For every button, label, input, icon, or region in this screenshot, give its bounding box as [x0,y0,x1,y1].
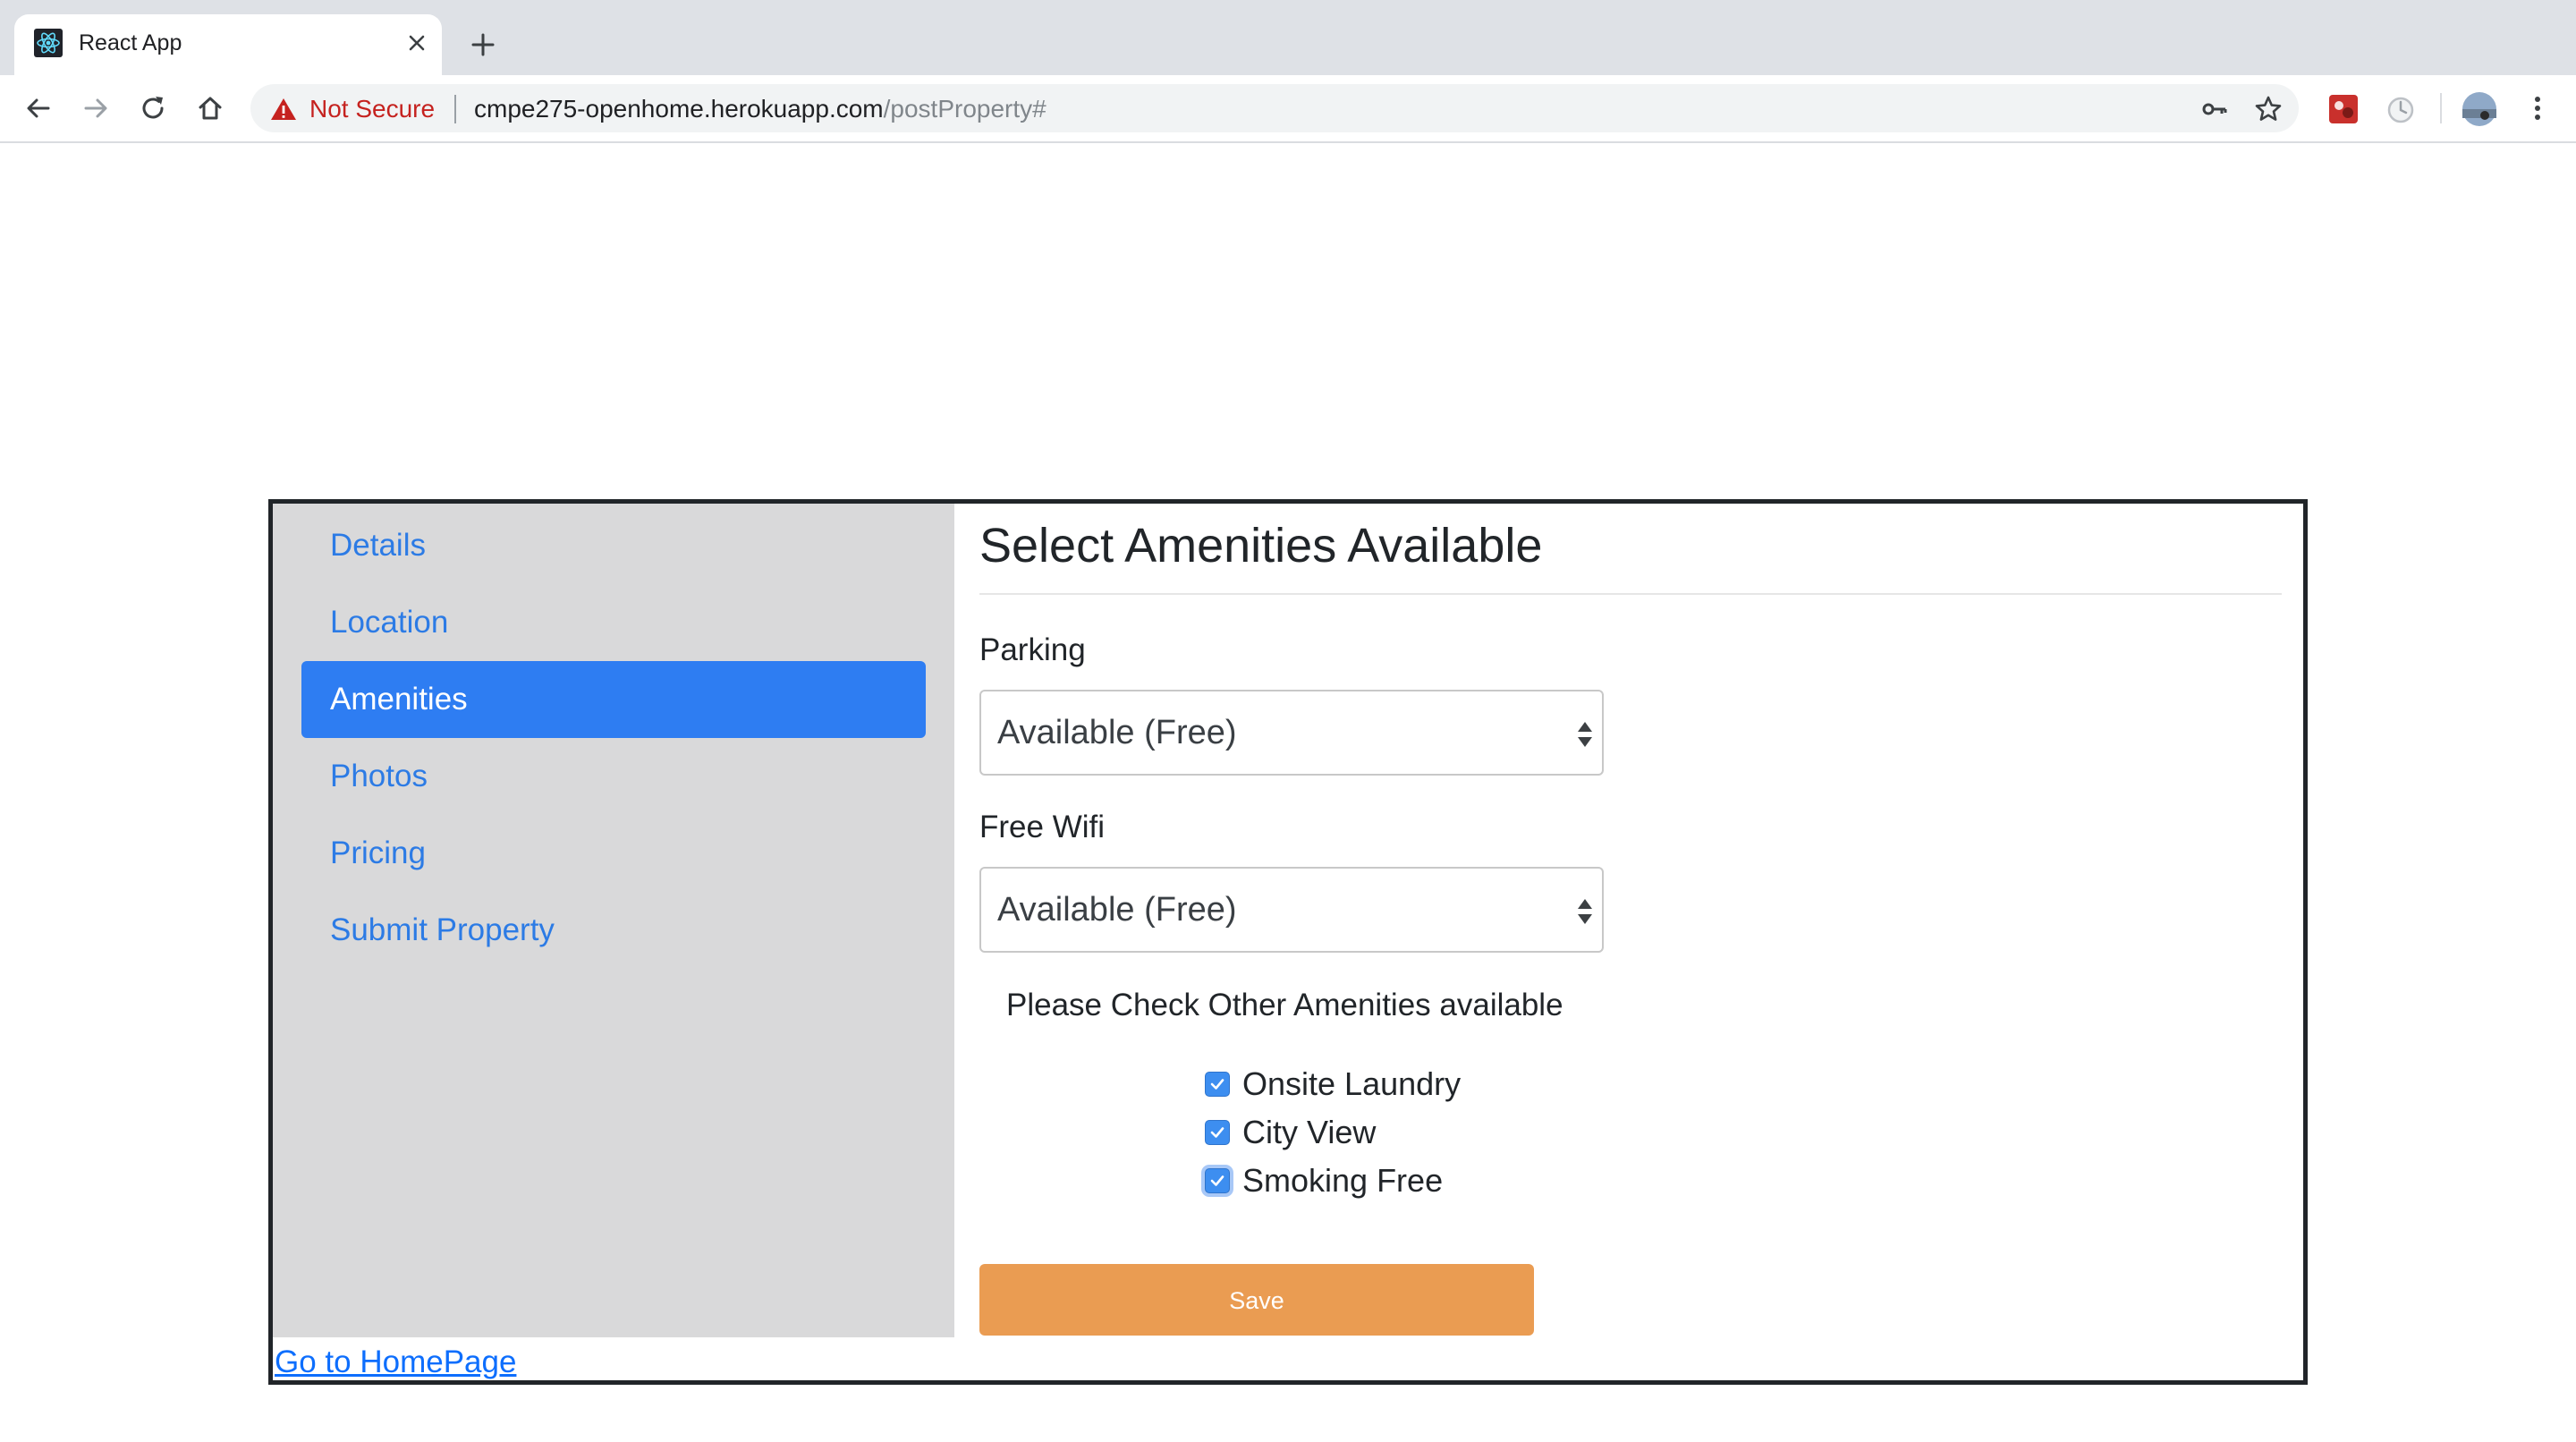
toolbar-divider [2440,93,2442,123]
title-divider [979,593,2282,595]
home-link[interactable]: Go to HomePage [275,1343,516,1382]
url-text[interactable]: cmpe275-openhome.herokuapp.com/postPrope… [474,95,1046,123]
amenities-title: Please Check Other Amenities available [1006,988,1563,1022]
select-arrows-icon [1578,899,1592,924]
checkbox-checked[interactable] [1205,1072,1230,1097]
parking-select-value: Available (Free) [997,714,1237,751]
key-icon[interactable] [2197,91,2233,127]
sidebar-item-submit-property[interactable]: Submit Property [301,892,926,969]
page-title: Select Amenities Available [979,519,1543,573]
forward-arrow-icon[interactable] [75,88,116,129]
wifi-label: Free Wifi [979,810,1105,844]
parking-label: Parking [979,632,1086,667]
sidebar: Details Location Amenities Photos Pricin… [273,504,954,1337]
amenity-label: Smoking Free [1242,1162,1444,1199]
sidebar-item-amenities[interactable]: Amenities [301,661,926,738]
sidebar-item-location[interactable]: Location [301,584,926,661]
amenity-smoking-free[interactable]: Smoking Free [1205,1158,1443,1203]
back-arrow-icon[interactable] [18,88,59,129]
amenity-label: City View [1242,1114,1377,1150]
browser-tabstrip: React App [0,0,2576,75]
plus-icon[interactable] [465,27,501,63]
post-property-panel: Details Location Amenities Photos Pricin… [268,499,2308,1385]
tab-title: React App [79,30,182,55]
amenity-label: Onsite Laundry [1242,1065,1462,1102]
browser-toolbar: Not Secure cmpe275-openhome.herokuapp.co… [0,75,2576,143]
url-host: cmpe275-openhome.herokuapp.com [474,95,884,123]
amenity-city-view[interactable]: City View [1205,1110,1376,1155]
reload-icon[interactable] [132,88,174,129]
extension-icon[interactable] [2327,93,2360,125]
save-button[interactable]: Save [979,1264,1534,1336]
wifi-select[interactable]: Available (Free) [979,867,1604,953]
browser-tab[interactable]: React App [14,14,442,75]
star-icon[interactable] [2250,91,2286,127]
wifi-select-value: Available (Free) [997,891,1237,929]
omnibox-divider [454,95,456,123]
sidebar-item-photos[interactable]: Photos [301,738,926,815]
checkbox-checked[interactable] [1205,1120,1230,1145]
not-secure-label[interactable]: Not Secure [309,95,435,123]
sidebar-item-details[interactable]: Details [301,507,926,584]
amenity-onsite-laundry[interactable]: Onsite Laundry [1205,1062,1461,1107]
timer-extension-icon[interactable] [2385,93,2417,125]
sidebar-item-pricing[interactable]: Pricing [301,815,926,892]
checkbox-checked[interactable] [1205,1168,1230,1193]
menu-kebab-icon[interactable] [2517,88,2558,129]
close-tab-icon[interactable] [401,27,433,59]
address-bar[interactable]: Not Secure cmpe275-openhome.herokuapp.co… [250,84,2299,132]
select-arrows-icon [1578,722,1592,747]
react-logo-icon [34,29,63,57]
parking-select[interactable]: Available (Free) [979,690,1604,776]
checkmark-icon [1210,1175,1224,1186]
url-path: /postProperty# [883,95,1046,123]
checkmark-icon [1210,1079,1224,1090]
home-icon[interactable] [190,88,231,129]
warning-icon [271,98,296,120]
avatar[interactable] [2462,91,2497,127]
checkmark-icon [1210,1127,1224,1138]
